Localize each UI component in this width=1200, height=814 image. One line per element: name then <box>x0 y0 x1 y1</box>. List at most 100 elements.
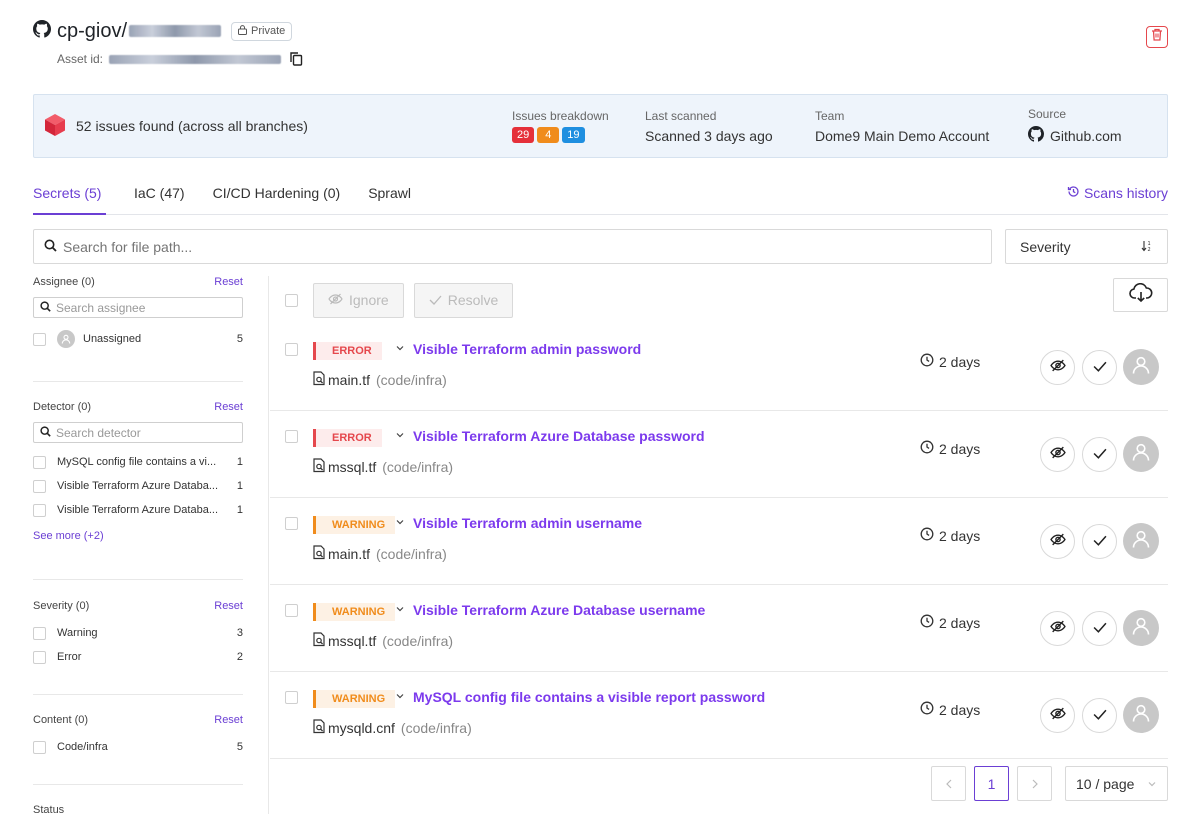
checkbox[interactable] <box>33 503 46 517</box>
severity-tag: WARNING <box>313 690 396 708</box>
assign-user-button[interactable] <box>1123 610 1159 646</box>
checkbox[interactable] <box>33 479 46 493</box>
issue-row[interactable]: ERROR Visible Terraform admin password m… <box>270 324 1168 411</box>
select-all-checkbox[interactable] <box>285 293 298 307</box>
filter-option-count: 5 <box>236 333 243 345</box>
severity-tag: WARNING <box>313 516 396 534</box>
issue-type-tabs: Secrets (5) IaC (47) CI/CD Hardening (0)… <box>33 180 1168 215</box>
chevron-down-icon[interactable] <box>395 604 405 617</box>
tab-sprawl[interactable]: Sprawl <box>368 180 411 215</box>
issue-file: mssql.tf (code/infra) <box>313 632 453 650</box>
issue-checkbox[interactable] <box>285 517 298 530</box>
search-input[interactable] <box>63 238 963 255</box>
github-icon <box>1028 126 1044 145</box>
next-page-button[interactable] <box>1017 766 1052 801</box>
chevron-down-icon[interactable] <box>395 430 405 443</box>
content-filter: Content (0) Reset Code/infra 5 <box>33 695 243 785</box>
ignore-issue-button[interactable] <box>1040 524 1075 559</box>
assign-user-button[interactable] <box>1123 697 1159 733</box>
filter-option-error[interactable]: Error 2 <box>33 645 243 669</box>
assign-user-button[interactable] <box>1123 436 1159 472</box>
chevron-down-icon[interactable] <box>395 343 405 356</box>
severity-reset-link[interactable]: Reset <box>214 600 243 612</box>
scans-history-link[interactable]: Scans history <box>1067 180 1168 206</box>
issue-row[interactable]: WARNING Visible Terraform admin username… <box>270 498 1168 585</box>
lock-icon <box>238 24 248 38</box>
filter-option-detector[interactable]: Visible Terraform Azure Databa... 1 <box>33 474 243 498</box>
prev-page-button[interactable] <box>931 766 966 801</box>
issue-checkbox[interactable] <box>285 430 298 443</box>
resolve-issue-button[interactable] <box>1082 698 1117 733</box>
clock-icon <box>920 353 934 370</box>
issue-title[interactable]: Visible Terraform admin username <box>413 515 642 531</box>
resolve-issue-button[interactable] <box>1082 437 1117 472</box>
github-icon <box>33 19 51 43</box>
chevron-down-icon[interactable] <box>395 691 405 704</box>
detector-search-input[interactable]: Search detector <box>33 422 243 443</box>
page-size-select[interactable]: 10 / page <box>1065 766 1168 801</box>
checkbox[interactable] <box>33 455 46 469</box>
filter-option-unassigned[interactable]: Unassigned 5 <box>33 327 243 351</box>
ignore-button[interactable]: Ignore <box>313 282 404 318</box>
file-name: main.tf <box>328 546 371 562</box>
issue-title[interactable]: Visible Terraform admin password <box>413 341 641 357</box>
filter-option-count: 1 <box>236 480 243 492</box>
issue-title[interactable]: Visible Terraform Azure Database passwor… <box>413 428 705 444</box>
file-path: (code/infra) <box>376 546 447 562</box>
filter-option-count: 5 <box>236 741 243 753</box>
issue-checkbox[interactable] <box>285 691 298 704</box>
tab-cicd-hardening[interactable]: CI/CD Hardening (0) <box>213 180 341 215</box>
filter-option-detector[interactable]: Visible Terraform Azure Databa... 1 <box>33 498 243 522</box>
issue-row[interactable]: WARNING MySQL config file contains a vis… <box>270 672 1168 759</box>
checkbox[interactable] <box>33 332 46 346</box>
ignore-issue-button[interactable] <box>1040 698 1075 733</box>
filter-option-label: Error <box>57 651 82 663</box>
assignee-reset-link[interactable]: Reset <box>214 276 243 288</box>
filter-option-code-infra[interactable]: Code/infra 5 <box>33 735 243 759</box>
detector-reset-link[interactable]: Reset <box>214 401 243 413</box>
issue-title[interactable]: MySQL config file contains a visible rep… <box>413 689 765 705</box>
severity-filter-title: Severity (0) <box>33 600 90 612</box>
file-path: (code/infra) <box>382 633 454 649</box>
content-filter-title: Content (0) <box>33 714 89 726</box>
chevron-down-icon <box>1147 776 1157 792</box>
filter-option-warning[interactable]: Warning 3 <box>33 621 243 645</box>
chevron-down-icon[interactable] <box>395 517 405 530</box>
clock-icon <box>920 440 934 457</box>
ignore-issue-button[interactable] <box>1040 350 1075 385</box>
tab-secrets[interactable]: Secrets (5) <box>33 180 106 215</box>
ignore-issue-button[interactable] <box>1040 611 1075 646</box>
age-value: 2 days <box>939 527 981 544</box>
resolve-issue-button[interactable] <box>1082 350 1117 385</box>
issue-checkbox[interactable] <box>285 604 298 617</box>
assignee-search-input[interactable]: Search assignee <box>33 297 243 318</box>
user-icon <box>1131 616 1151 641</box>
user-icon <box>1131 529 1151 554</box>
issue-checkbox[interactable] <box>285 343 298 356</box>
resolve-button[interactable]: Resolve <box>413 282 514 318</box>
checkbox[interactable] <box>33 650 46 664</box>
ignore-issue-button[interactable] <box>1040 437 1075 472</box>
checkbox[interactable] <box>33 626 46 640</box>
copy-icon[interactable] <box>287 50 305 68</box>
issue-row[interactable]: ERROR Visible Terraform Azure Database p… <box>270 411 1168 498</box>
file-name: mssql.tf <box>328 633 377 649</box>
resolve-issue-button[interactable] <box>1082 611 1117 646</box>
issue-row[interactable]: WARNING Visible Terraform Azure Database… <box>270 585 1168 672</box>
delete-asset-button[interactable] <box>1146 26 1168 48</box>
filter-option-detector[interactable]: MySQL config file contains a vi... 1 <box>33 450 243 474</box>
content-reset-link[interactable]: Reset <box>214 714 243 726</box>
resolve-issue-button[interactable] <box>1082 524 1117 559</box>
assign-user-button[interactable] <box>1123 523 1159 559</box>
see-more-detectors-link[interactable]: See more (+2) <box>33 530 243 542</box>
issue-title[interactable]: Visible Terraform Azure Database usernam… <box>413 602 705 618</box>
redacted-repo-name <box>129 25 222 37</box>
tab-iac[interactable]: IaC (47) <box>134 180 185 215</box>
sort-select[interactable]: Severity 12 <box>1005 229 1168 264</box>
pagination: 1 <box>931 766 1052 801</box>
assign-user-button[interactable] <box>1123 349 1159 385</box>
page-number-current[interactable]: 1 <box>974 766 1009 801</box>
file-path-search[interactable] <box>33 229 992 264</box>
download-button[interactable] <box>1113 278 1168 312</box>
checkbox[interactable] <box>33 740 46 754</box>
